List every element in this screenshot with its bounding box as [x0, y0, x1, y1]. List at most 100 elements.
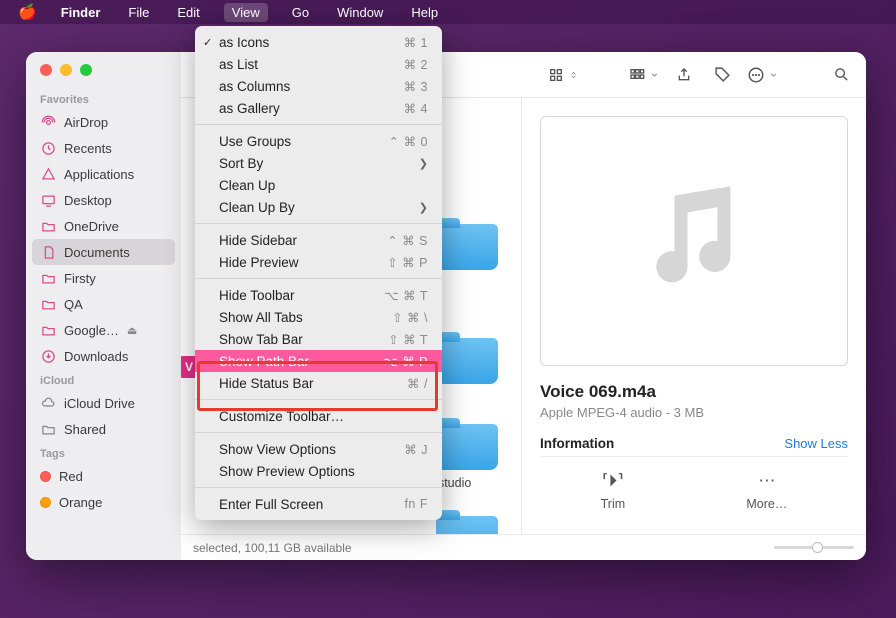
menubar-app[interactable]: Finder	[57, 3, 105, 22]
menu-item-clean-up[interactable]: Clean Up	[195, 174, 442, 196]
menu-item-show-path-bar[interactable]: Show Path Bar ⌥ ⌘ P	[195, 350, 442, 372]
menu-item-hide-toolbar[interactable]: Hide Toolbar ⌥ ⌘ T	[195, 284, 442, 306]
more-actions-button[interactable]	[747, 66, 778, 84]
sidebar-item-label: OneDrive	[64, 219, 119, 234]
music-note-icon	[629, 166, 759, 316]
sidebar-item-label: Firsty	[64, 271, 96, 286]
action-label: Trim	[601, 497, 626, 511]
menubar-edit[interactable]: Edit	[173, 3, 203, 22]
close-button[interactable]	[40, 64, 52, 76]
sidebar-item-airdrop[interactable]: AirDrop	[26, 109, 181, 135]
view-mode-picker[interactable]	[547, 67, 578, 83]
tags-button[interactable]	[709, 62, 735, 88]
menu-item-sort-by[interactable]: Sort By ❯	[195, 152, 442, 174]
sidebar-item-downloads[interactable]: Downloads	[26, 343, 181, 369]
sidebar: Favorites AirDrop Recents Applications D…	[26, 52, 181, 560]
trim-action[interactable]: ⸢⏵⸣ Trim	[601, 471, 626, 511]
tag-dot-icon	[40, 497, 51, 508]
check-icon: ✓	[203, 36, 212, 49]
icon-size-slider[interactable]	[774, 546, 854, 549]
eject-icon[interactable]: ⏏	[127, 324, 137, 337]
menubar-go[interactable]: Go	[288, 3, 313, 22]
sidebar-item-label: Recents	[64, 141, 112, 156]
sidebar-item-label: Applications	[64, 167, 134, 182]
sidebar-tag-orange[interactable]: Orange	[26, 489, 181, 515]
zoom-button[interactable]	[80, 64, 92, 76]
sidebar-item-recents[interactable]: Recents	[26, 135, 181, 161]
folder-icon[interactable]	[436, 516, 498, 534]
menubar-window[interactable]: Window	[333, 3, 387, 22]
more-action[interactable]: ⋯ More…	[746, 471, 787, 511]
sidebar-item-documents[interactable]: Documents	[32, 239, 175, 265]
menu-item-show-preview-options[interactable]: Show Preview Options	[195, 460, 442, 482]
sidebar-item-icloud-drive[interactable]: iCloud Drive	[26, 390, 181, 416]
folder-icon	[40, 296, 56, 312]
cloud-icon	[40, 395, 56, 411]
sidebar-item-label: Desktop	[64, 193, 112, 208]
folder-icon[interactable]	[436, 424, 498, 470]
menu-item-as-icons[interactable]: ✓ as Icons ⌘ 1	[195, 31, 442, 53]
desktop-icon	[40, 192, 56, 208]
menu-item-hide-status-bar[interactable]: Hide Status Bar ⌘ /	[195, 372, 442, 394]
group-by-button[interactable]	[628, 67, 659, 83]
menu-item-show-all-tabs[interactable]: Show All Tabs ⇧ ⌘ \	[195, 306, 442, 328]
preview-thumbnail	[540, 116, 848, 366]
menu-item-as-list[interactable]: as List ⌘ 2	[195, 53, 442, 75]
downloads-icon	[40, 348, 56, 364]
menu-item-as-gallery[interactable]: as Gallery ⌘ 4	[195, 97, 442, 119]
preview-filename: Voice 069.m4a	[540, 382, 848, 402]
sidebar-item-label: Orange	[59, 495, 102, 510]
folder-icon[interactable]	[436, 338, 498, 384]
view-menu-dropdown: ✓ as Icons ⌘ 1 as List ⌘ 2 as Columns ⌘ …	[195, 26, 442, 520]
folder-icon	[40, 322, 56, 338]
sidebar-item-applications[interactable]: Applications	[26, 161, 181, 187]
finder-window: Favorites AirDrop Recents Applications D…	[26, 52, 866, 560]
menu-separator	[195, 399, 442, 400]
menu-item-show-tab-bar[interactable]: Show Tab Bar ⇧ ⌘ T	[195, 328, 442, 350]
folder-icon[interactable]	[436, 224, 498, 270]
menu-item-customize-toolbar[interactable]: Customize Toolbar…	[195, 405, 442, 427]
sidebar-item-label: Shared	[64, 422, 106, 437]
sidebar-item-label: AirDrop	[64, 115, 108, 130]
menu-separator	[195, 487, 442, 488]
menubar-view[interactable]: View	[224, 3, 268, 22]
sidebar-item-desktop[interactable]: Desktop	[26, 187, 181, 213]
sidebar-item-shared[interactable]: Shared	[26, 416, 181, 442]
airdrop-icon	[40, 114, 56, 130]
sidebar-item-google[interactable]: Google… ⏏	[26, 317, 181, 343]
share-button[interactable]	[671, 62, 697, 88]
menu-item-show-view-options[interactable]: Show View Options ⌘ J	[195, 438, 442, 460]
chevron-right-icon: ❯	[419, 157, 428, 170]
preview-panel: Voice 069.m4a Apple MPEG-4 audio - 3 MB …	[521, 98, 866, 534]
menu-item-as-columns[interactable]: as Columns ⌘ 3	[195, 75, 442, 97]
menu-item-hide-preview[interactable]: Hide Preview ⇧ ⌘ P	[195, 251, 442, 273]
menu-separator	[195, 278, 442, 279]
slider-knob[interactable]	[812, 542, 823, 553]
sidebar-item-label: Documents	[64, 245, 130, 260]
apple-menu-icon[interactable]: 🍎	[18, 3, 37, 21]
menubar-help[interactable]: Help	[407, 3, 442, 22]
chevron-right-icon: ❯	[419, 201, 428, 214]
menubar-file[interactable]: File	[124, 3, 153, 22]
tag-dot-icon	[40, 471, 51, 482]
document-icon	[40, 244, 56, 260]
sidebar-item-onedrive[interactable]: OneDrive	[26, 213, 181, 239]
sidebar-item-label: Google…	[64, 323, 119, 338]
menubar: 🍎 Finder File Edit View Go Window Help	[0, 0, 896, 24]
status-bar: selected, 100,11 GB available	[181, 534, 866, 560]
sidebar-heading-tags: Tags	[26, 442, 181, 463]
menu-item-enter-full-screen[interactable]: Enter Full Screen fn F	[195, 493, 442, 515]
sidebar-item-label: Red	[59, 469, 83, 484]
sidebar-tag-red[interactable]: Red	[26, 463, 181, 489]
sidebar-item-label: Downloads	[64, 349, 128, 364]
folder-icon	[40, 270, 56, 286]
menu-item-clean-up-by[interactable]: Clean Up By ❯	[195, 196, 442, 218]
sidebar-item-firsty[interactable]: Firsty	[26, 265, 181, 291]
sidebar-heading-favorites: Favorites	[26, 88, 181, 109]
menu-item-use-groups[interactable]: Use Groups ⌃ ⌘ 0	[195, 130, 442, 152]
minimize-button[interactable]	[60, 64, 72, 76]
sidebar-item-qa[interactable]: QA	[26, 291, 181, 317]
show-less-link[interactable]: Show Less	[784, 436, 848, 451]
search-button[interactable]	[828, 62, 854, 88]
menu-item-hide-sidebar[interactable]: Hide Sidebar ⌃ ⌘ S	[195, 229, 442, 251]
